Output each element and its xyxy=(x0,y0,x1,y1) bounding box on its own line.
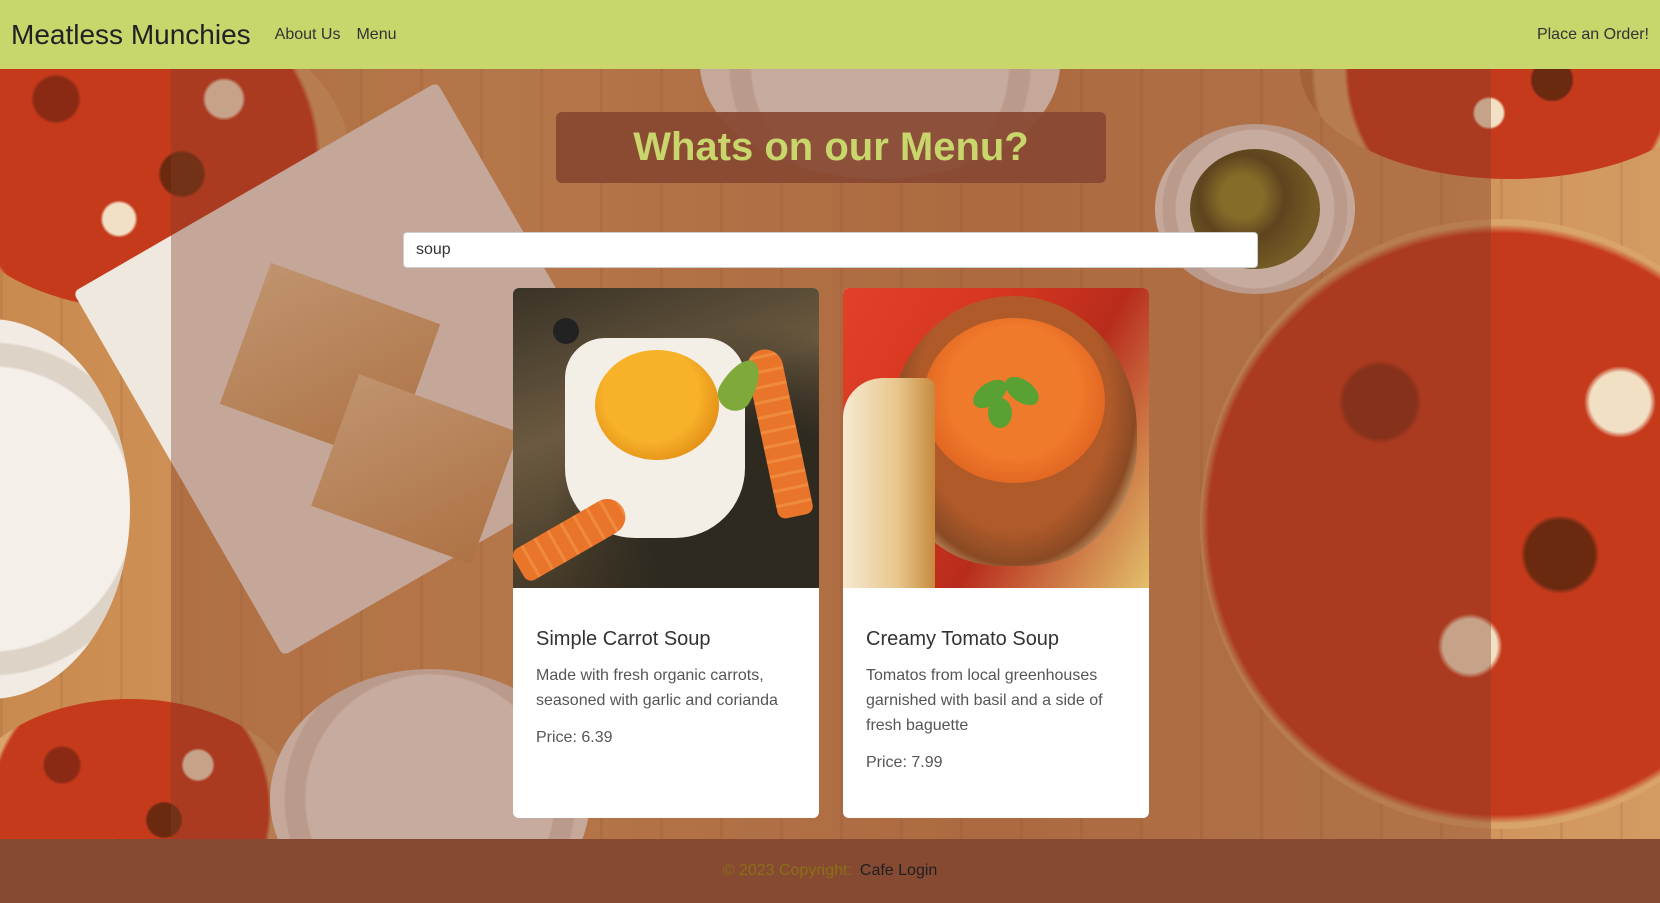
soup-shape xyxy=(595,350,719,460)
cafe-login-link[interactable]: Cafe Login xyxy=(860,862,937,880)
basil-leaf-shape xyxy=(988,398,1012,428)
page-title: Whats on our Menu? xyxy=(633,125,1029,169)
copyright-text: © 2023 Copyright: xyxy=(722,862,852,879)
brand-logo-link[interactable]: Meatless Munchies xyxy=(11,19,251,51)
search-input[interactable] xyxy=(403,232,1258,268)
menu-card-tomato-soup[interactable]: Creamy Tomato Soup Tomatos from local gr… xyxy=(843,288,1149,818)
plate-image xyxy=(0,319,130,699)
nav-link-about-us[interactable]: About Us xyxy=(275,26,341,44)
nav-link-menu[interactable]: Menu xyxy=(356,26,396,44)
card-title: Creamy Tomato Soup xyxy=(866,628,1060,650)
top-navbar: Meatless Munchies About Us Menu Place an… xyxy=(0,0,1660,69)
tomato-soup-image xyxy=(843,288,1149,588)
lid-knob-shape xyxy=(553,318,579,344)
card-title: Simple Carrot Soup xyxy=(536,628,711,650)
menu-heading-box: Whats on our Menu? xyxy=(556,112,1106,183)
place-order-link[interactable]: Place an Order! xyxy=(1537,26,1649,44)
card-description: Tomatos from local greenhouses garnished… xyxy=(866,667,1103,734)
content-overlay xyxy=(171,69,1491,839)
baguette-shape xyxy=(843,378,935,588)
background-food-image xyxy=(0,69,1660,839)
soup-shape xyxy=(923,318,1105,483)
menu-card-carrot-soup[interactable]: Simple Carrot Soup Made with fresh organ… xyxy=(513,288,819,818)
carrot-shape xyxy=(513,492,632,584)
carrot-soup-image xyxy=(513,288,819,588)
card-price: Price: 6.39 xyxy=(536,729,613,746)
card-price: Price: 7.99 xyxy=(866,754,943,771)
footer: © 2023 Copyright: Cafe Login xyxy=(0,839,1660,903)
card-description: Made with fresh organic carrots, seasone… xyxy=(536,667,778,709)
